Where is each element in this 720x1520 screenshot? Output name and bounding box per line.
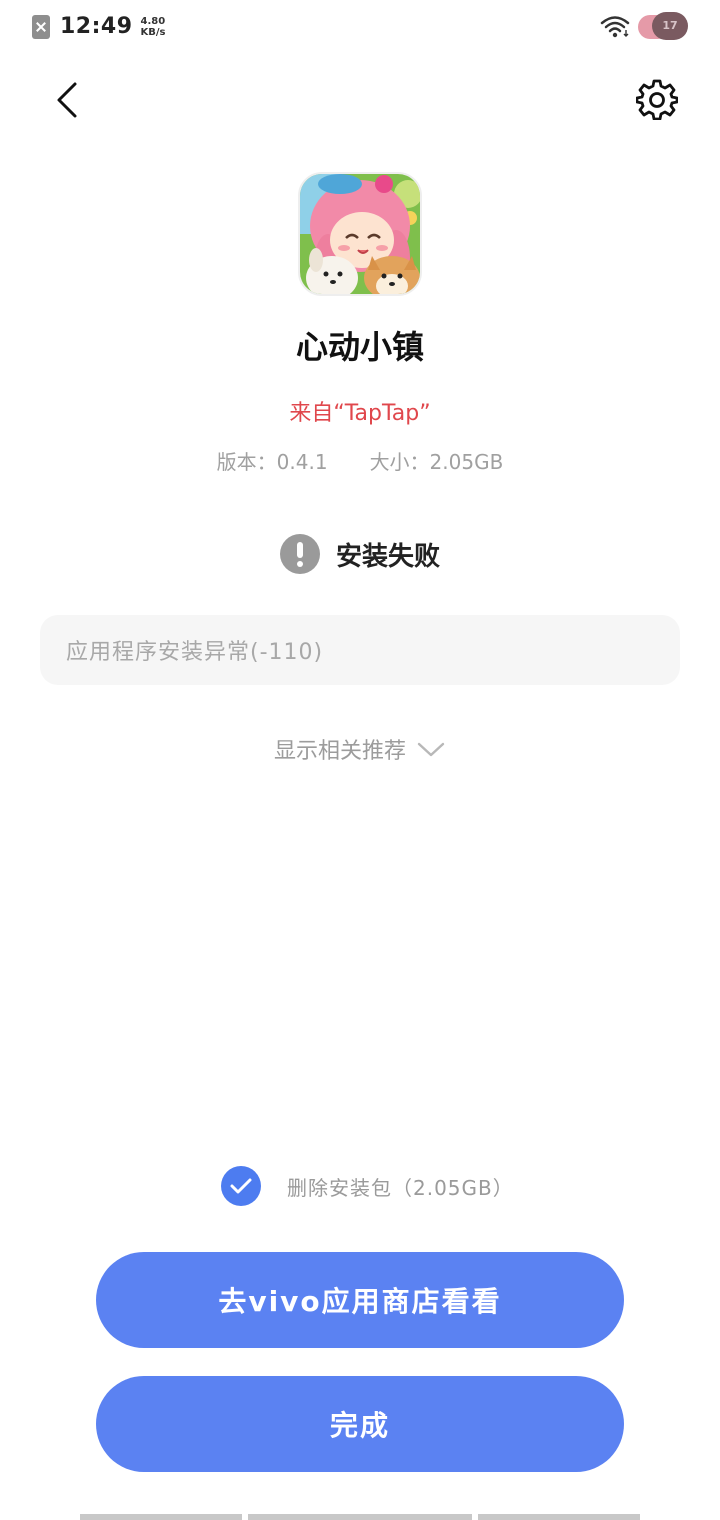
delete-package-checkbox[interactable]	[221, 1166, 261, 1206]
app-size: 大小：2.05GB	[369, 450, 504, 474]
app-icon-illustration	[300, 174, 420, 294]
show-recommendations-toggle[interactable]: 显示相关推荐	[0, 733, 720, 765]
chevron-down-icon	[417, 742, 445, 757]
app-name: 心动小镇	[295, 328, 424, 366]
chevron-left-icon	[57, 82, 77, 118]
check-icon	[230, 1178, 252, 1194]
back-button[interactable]	[44, 78, 88, 122]
status-bar-left: 12:49 4.80 KB/s	[32, 14, 166, 39]
wifi-icon	[600, 16, 630, 38]
open-vivo-store-button[interactable]: 去vivo应用商店看看	[96, 1252, 624, 1348]
delete-package-option[interactable]: 删除安装包（2.05GB）	[221, 1166, 514, 1206]
network-speed-value: 4.80	[140, 15, 166, 27]
install-status-text: 安装失败	[335, 541, 440, 572]
battery-indicator: 17	[638, 12, 688, 40]
install-result-page: 12:49 4.80 KB/s 17 心动小镇 来自“TapTap” 版本：0.…	[0, 0, 720, 1520]
app-source: 来自“TapTap”	[289, 401, 431, 426]
network-speed: 4.80 KB/s	[141, 16, 166, 38]
alert-icon	[279, 534, 320, 574]
error-message: 应用程序安装异常(-110)	[66, 640, 324, 665]
nav-gesture-bar-center[interactable]	[248, 1514, 472, 1520]
nav-gesture-bar-left[interactable]	[80, 1514, 242, 1520]
status-bar: 12:49 4.80 KB/s 17	[0, 0, 720, 60]
app-version: 版本：0.4.1	[216, 450, 328, 474]
no-sim-icon	[32, 14, 50, 39]
error-message-box: 应用程序安装异常(-110)	[40, 615, 680, 685]
app-icon	[298, 172, 422, 296]
clock: 12:49	[60, 14, 133, 39]
recommend-label: 显示相关推荐	[273, 739, 406, 764]
settings-button[interactable]	[634, 76, 680, 122]
app-meta: 版本：0.4.1 大小：2.05GB	[0, 446, 720, 475]
status-bar-right: 17	[600, 12, 688, 40]
delete-package-label: 删除安装包（2.05GB）	[287, 1175, 514, 1200]
network-speed-unit: KB/s	[140, 26, 166, 38]
battery-level: 17	[652, 12, 688, 40]
install-status: 安装失败	[0, 534, 720, 574]
nav-gesture-bar-right[interactable]	[478, 1514, 640, 1520]
gear-icon	[636, 79, 678, 120]
done-button[interactable]: 完成	[96, 1376, 624, 1472]
